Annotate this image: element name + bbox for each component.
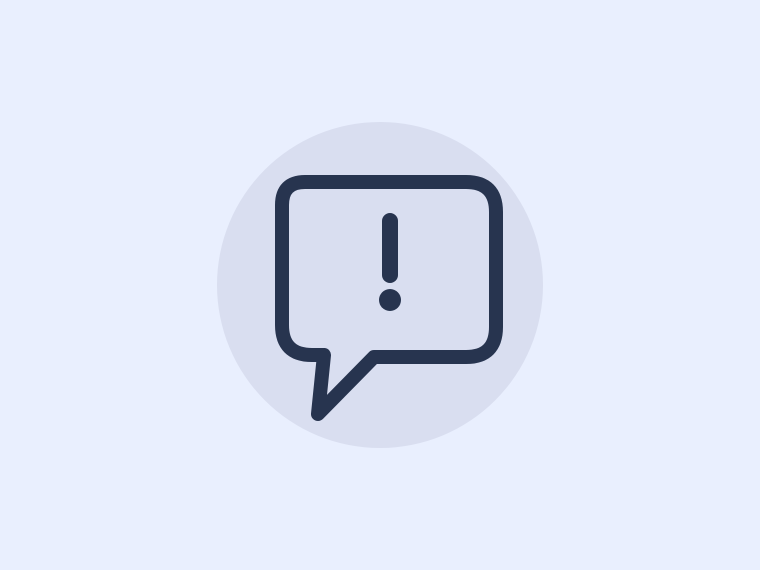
empty-state-canvas bbox=[0, 0, 760, 570]
exclamation-dot bbox=[379, 289, 401, 311]
speech-bubble-exclamation-icon bbox=[0, 0, 760, 570]
